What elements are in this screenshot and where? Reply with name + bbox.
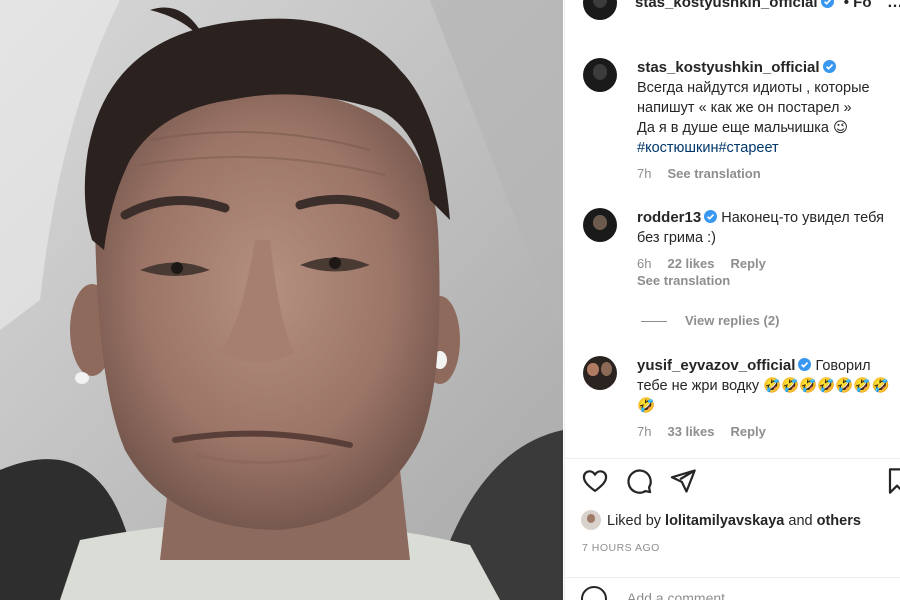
caption-hashtags[interactable]: #костюшкин#стареет	[637, 138, 900, 158]
post-header: stas_kostyushkin_official • Fo …	[565, 0, 900, 20]
see-translation-button[interactable]: See translation	[667, 166, 760, 181]
add-comment-input[interactable]: Add a comment…	[627, 590, 739, 600]
commenter-username[interactable]: yusif_eyvazov_official	[637, 357, 795, 374]
caption-username[interactable]: stas_kostyushkin_official	[637, 59, 820, 76]
comment-time[interactable]: 7h	[637, 424, 651, 439]
view-replies-button[interactable]: View replies (2)	[641, 313, 779, 328]
liked-by-prefix: Liked by	[607, 513, 662, 529]
author-avatar[interactable]	[583, 0, 617, 20]
like-heart-icon[interactable]	[581, 467, 609, 495]
verified-badge-icon	[820, 0, 834, 8]
commenter-avatar[interactable]	[583, 356, 617, 390]
caption-line: Всегда найдутся идиоты , которые	[637, 80, 870, 96]
author-username[interactable]: stas_kostyushkin_official	[635, 0, 818, 11]
post-timestamp[interactable]: 7 HOURS AGO	[582, 542, 660, 554]
add-comment-row: Add a comment…	[565, 586, 900, 600]
action-bar	[565, 464, 900, 498]
commenter-username[interactable]: rodder13	[637, 209, 701, 226]
caption-time[interactable]: 7h	[637, 166, 651, 181]
view-replies-line	[641, 321, 667, 323]
reply-button[interactable]: Reply	[730, 424, 765, 439]
share-paper-plane-icon[interactable]	[669, 467, 697, 495]
verified-badge-icon	[822, 60, 836, 73]
caption-line: Да я в душе еще мальчишка 😉	[637, 120, 849, 136]
more-options-icon[interactable]: …	[887, 0, 900, 12]
divider	[565, 577, 900, 578]
comment-bubble-icon[interactable]	[625, 467, 653, 495]
comment-time[interactable]: 6h	[637, 256, 651, 271]
liked-by-and: and	[788, 513, 813, 529]
emoji-picker-icon[interactable]	[581, 586, 607, 600]
liked-by-others-link[interactable]: others	[817, 513, 861, 529]
verified-badge-icon	[704, 210, 718, 223]
liker-avatar[interactable]	[581, 510, 601, 530]
follow-button[interactable]: • Fo	[844, 0, 872, 11]
commenter-avatar[interactable]	[583, 208, 617, 242]
comment-likes[interactable]: 33 likes	[667, 424, 714, 439]
comment-likes[interactable]: 22 likes	[667, 256, 714, 271]
post-side-panel: stas_kostyushkin_official • Fo … stas_ko…	[564, 0, 900, 600]
reply-button[interactable]: Reply	[730, 256, 765, 271]
selfie-image	[0, 0, 563, 600]
divider	[565, 458, 900, 459]
liked-by-row: Liked by lolitamilyavskaya and others	[581, 510, 861, 530]
post-photo[interactable]	[0, 0, 563, 600]
liker-username[interactable]: lolitamilyavskaya	[665, 513, 784, 529]
see-translation-button[interactable]: See translation	[637, 273, 730, 288]
verified-badge-icon	[798, 358, 812, 371]
view-replies-label: View replies (2)	[685, 313, 780, 328]
caption-line: напишут « как же он постарел »	[637, 100, 852, 116]
caption-author-avatar[interactable]	[583, 58, 617, 92]
save-bookmark-icon[interactable]	[887, 467, 900, 495]
